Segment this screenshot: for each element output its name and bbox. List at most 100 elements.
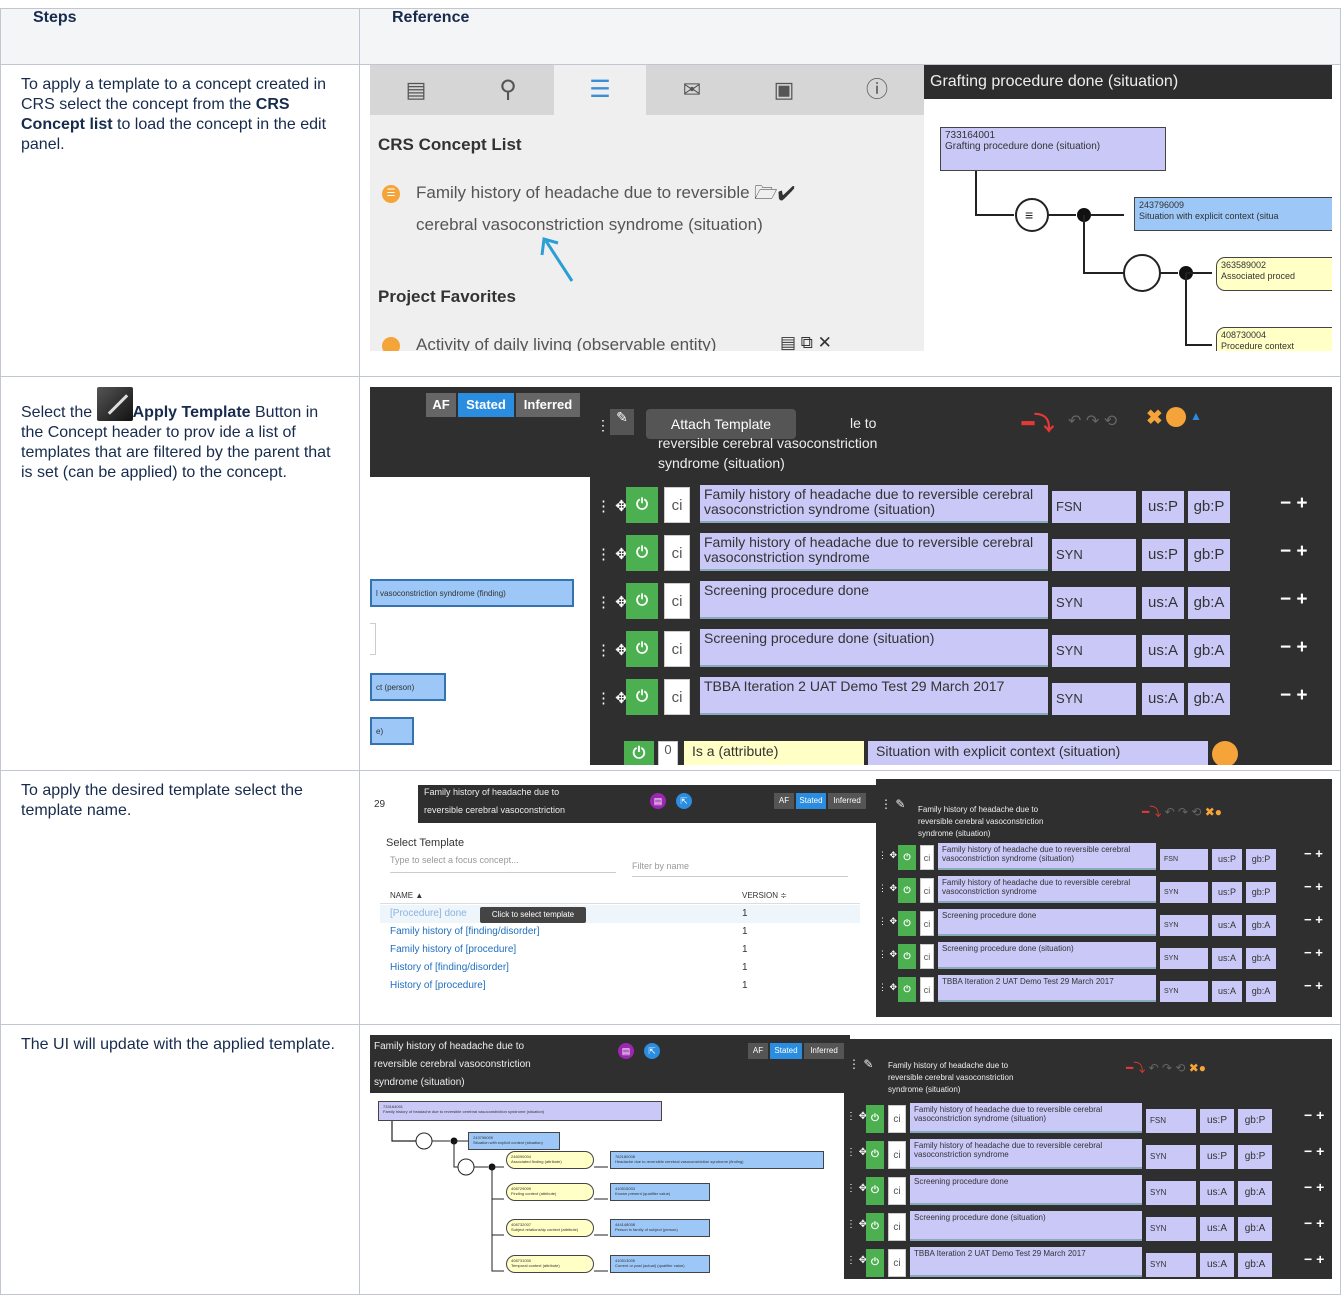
case-significance[interactable]: ci	[920, 845, 934, 870]
header-actions-icon[interactable]: ━⤵ ↶ ↷ ⟲ ✖●	[1142, 803, 1222, 820]
focus-input[interactable]: Type to select a focus concept...	[390, 855, 616, 873]
remove-add-icon[interactable]: − +	[1304, 1215, 1324, 1231]
description-type[interactable]: SYN	[1146, 1253, 1196, 1277]
acceptability-us[interactable]: us:A	[1142, 587, 1184, 619]
template-name[interactable]: Family history of [finding/disorder]	[390, 926, 540, 937]
power-icon[interactable]: ⏻	[866, 1141, 884, 1169]
concept-line-2[interactable]: cerebral vasoconstriction syndrome (situ…	[416, 215, 763, 235]
case-significance[interactable]: ci	[664, 631, 690, 667]
blue-action-icon[interactable]: ⇱	[676, 793, 692, 809]
drag-handle-icon[interactable]: ⋮ ✥	[596, 593, 628, 611]
case-significance[interactable]: ci	[888, 1141, 906, 1169]
description-type[interactable]: SYN	[1160, 981, 1208, 1002]
case-significance[interactable]: ci	[920, 944, 934, 969]
description-type[interactable]: SYN	[1160, 915, 1208, 936]
close-icon[interactable]: ✖	[1146, 405, 1163, 430]
case-significance[interactable]: ci	[888, 1105, 906, 1133]
description-term[interactable]: Screening procedure done (situation)	[700, 629, 1048, 667]
purple-action-icon[interactable]: ▤	[650, 793, 666, 809]
acceptability-us[interactable]: us:A	[1212, 948, 1242, 969]
remove-add-icon[interactable]: − +	[1304, 846, 1323, 861]
description-type[interactable]: FSN	[1146, 1109, 1196, 1133]
remove-add-icon[interactable]: − +	[1304, 1179, 1324, 1195]
power-icon[interactable]: ⏻	[626, 535, 658, 571]
description-term[interactable]: Screening procedure done	[910, 1175, 1142, 1205]
description-type[interactable]: FSN	[1160, 849, 1208, 870]
template-name[interactable]: Family history of [procedure]	[390, 944, 516, 955]
remove-add-icon[interactable]: − +	[1280, 637, 1307, 659]
acceptability-gb[interactable]: gb:A	[1246, 915, 1276, 936]
power-icon[interactable]: ⏻	[898, 944, 916, 969]
power-icon[interactable]: ⏻	[898, 977, 916, 1002]
remove-add-icon[interactable]: − +	[1304, 945, 1323, 960]
acceptability-gb[interactable]: gb:P	[1188, 539, 1230, 571]
remove-add-icon[interactable]: − +	[1280, 589, 1307, 611]
case-significance[interactable]: ci	[888, 1213, 906, 1241]
description-term[interactable]: Screening procedure done	[938, 909, 1156, 936]
rel-group[interactable]: 0	[658, 741, 678, 765]
acceptability-us[interactable]: us:P	[1212, 849, 1242, 870]
template-row[interactable]: [Procedure] done 1	[380, 905, 860, 923]
description-term[interactable]: Family history of headache due to revers…	[700, 485, 1048, 523]
case-significance[interactable]: ci	[664, 535, 690, 571]
description-term[interactable]: TBBA Iteration 2 UAT Demo Test 29 March …	[910, 1247, 1142, 1277]
btn-af[interactable]: AF	[774, 793, 794, 809]
acceptability-us[interactable]: us:P	[1212, 882, 1242, 903]
remove-add-icon[interactable]: − +	[1304, 1143, 1324, 1159]
acceptability-us[interactable]: us:A	[1200, 1217, 1234, 1241]
acceptability-us[interactable]: us:A	[1142, 683, 1184, 715]
tab-search-icon[interactable]: ⚲	[462, 65, 554, 115]
description-term[interactable]: Screening procedure done (situation)	[910, 1211, 1142, 1241]
description-type[interactable]: SYN	[1146, 1181, 1196, 1205]
tab-mail-icon[interactable]: ✉	[646, 65, 738, 115]
description-term[interactable]: TBBA Iteration 2 UAT Demo Test 29 March …	[938, 975, 1156, 1002]
description-type[interactable]: FSN	[1052, 491, 1136, 523]
concept-line-1[interactable]: Family history of headache due to revers…	[416, 183, 750, 203]
remove-add-icon[interactable]: − +	[1304, 1107, 1324, 1123]
drag-handle-icon[interactable]: ⋮	[596, 417, 610, 434]
power-icon[interactable]: ⏻	[626, 631, 658, 667]
acceptability-gb[interactable]: gb:A	[1188, 683, 1230, 715]
btn-inferred[interactable]: Inferred	[516, 393, 580, 417]
btn-inferred[interactable]: Inferred	[828, 793, 866, 809]
remove-add-icon[interactable]: − +	[1280, 685, 1307, 707]
description-type[interactable]: SYN	[1052, 683, 1136, 715]
template-row[interactable]: Family history of [finding/disorder] 1	[380, 923, 860, 941]
favorite-actions-icon[interactable]: ▤ ⧉ ✕	[780, 333, 832, 351]
acceptability-us[interactable]: us:A	[1142, 635, 1184, 667]
remove-add-icon[interactable]: − +	[1304, 978, 1323, 993]
acceptability-us[interactable]: us:A	[1212, 981, 1242, 1002]
acceptability-us[interactable]: us:P	[1200, 1109, 1234, 1133]
description-type[interactable]: SYN	[1052, 587, 1136, 619]
drag-handle-icon[interactable]: ⋮ ✥	[846, 1111, 867, 1122]
collapse-icon[interactable]: ▲	[1190, 409, 1202, 423]
description-term[interactable]: Family history of headache due to revers…	[700, 533, 1048, 571]
acceptability-gb[interactable]: gb:P	[1238, 1145, 1272, 1169]
acceptability-gb[interactable]: gb:P	[1246, 882, 1276, 903]
acceptability-gb[interactable]: gb:A	[1238, 1253, 1272, 1277]
description-term[interactable]: Family history of headache due to revers…	[910, 1139, 1142, 1169]
power-icon[interactable]: ⏻	[626, 583, 658, 619]
remove-add-icon[interactable]: − +	[1280, 493, 1307, 515]
template-row[interactable]: History of [procedure] 1	[380, 977, 860, 995]
power-icon[interactable]: ⏻	[624, 741, 654, 765]
btn-stated[interactable]: Stated	[458, 393, 514, 417]
col-version[interactable]: VERSION ≑	[742, 891, 787, 900]
acceptability-us[interactable]: us:A	[1200, 1181, 1234, 1205]
power-icon[interactable]: ⏻	[898, 845, 916, 870]
tab-info-icon[interactable]: ⓘ	[830, 65, 924, 115]
template-row[interactable]: History of [finding/disorder] 1	[380, 959, 860, 977]
drag-handle-icon[interactable]: ⋮ ✥	[878, 982, 897, 993]
power-icon[interactable]: ⏻	[866, 1213, 884, 1241]
power-icon[interactable]: ⏻	[866, 1105, 884, 1133]
description-type[interactable]: SYN	[1160, 948, 1208, 969]
drag-handle-icon[interactable]: ⋮ ✥	[878, 916, 897, 927]
undo-redo-icon[interactable]: ↶ ↷ ⟲	[1068, 411, 1117, 431]
description-term[interactable]: Family history of headache due to revers…	[938, 843, 1156, 870]
power-icon[interactable]: ⏻	[626, 679, 658, 715]
drag-handle-icon[interactable]: ⋮ ✥	[596, 497, 628, 515]
col-name[interactable]: NAME ▲	[390, 891, 423, 900]
tab-excel-icon[interactable]: ▣	[738, 65, 830, 115]
acceptability-us[interactable]: us:P	[1142, 539, 1184, 571]
acceptability-gb[interactable]: gb:P	[1188, 491, 1230, 523]
